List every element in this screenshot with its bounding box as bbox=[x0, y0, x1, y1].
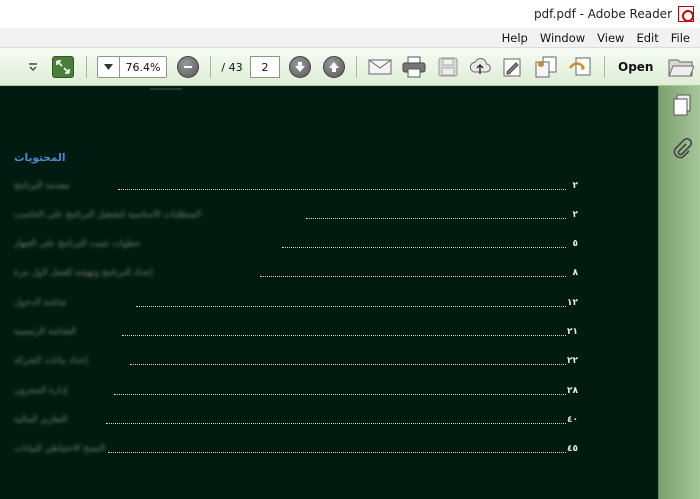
toc-entry[interactable]: الشاشة الرئيسية ٢١ bbox=[0, 327, 600, 343]
toc-entry[interactable]: إعداد بيانات الشركة ٢٢ bbox=[0, 356, 600, 372]
pages-icon bbox=[673, 94, 691, 116]
adobe-reader-icon bbox=[678, 6, 694, 22]
combine-button[interactable] bbox=[532, 55, 560, 79]
toc-entry-page: ٤٠ bbox=[567, 415, 578, 425]
folder-open-icon bbox=[668, 59, 694, 77]
previous-page-button[interactable] bbox=[322, 55, 346, 79]
menu-bar: Help Window View Edit File bbox=[0, 28, 700, 48]
email-button[interactable] bbox=[366, 55, 394, 79]
toc-entry-label: مقدمة البرنامج bbox=[14, 181, 70, 191]
fit-page-button[interactable] bbox=[50, 55, 76, 79]
navigation-panel bbox=[658, 86, 700, 499]
print-icon bbox=[402, 56, 426, 78]
toc-entry-label: إعداد البرنامج وتهيئته للعمل لأول مرة bbox=[14, 268, 153, 278]
toc-entry-page: ٥ bbox=[572, 239, 579, 249]
fit-page-icon bbox=[52, 56, 74, 78]
menu-file[interactable]: File bbox=[665, 31, 696, 45]
toc-entry-page: ٢٢ bbox=[567, 356, 578, 366]
toc-entry-label: خطوات تثبيت البرنامج على الجهاز bbox=[14, 239, 141, 249]
window-title: pdf.pdf - Adobe Reader bbox=[533, 7, 672, 21]
next-page-icon bbox=[289, 56, 311, 78]
zoom-out-button[interactable] bbox=[176, 55, 200, 79]
toc-entry-label: إدارة المخزون bbox=[14, 386, 68, 396]
zoom-out-icon bbox=[177, 56, 199, 78]
toc-entry-label: الشاشة الرئيسية bbox=[14, 327, 77, 337]
pages-panel-button[interactable] bbox=[671, 94, 693, 116]
attachments-panel-button[interactable] bbox=[671, 138, 693, 160]
toc-entry-page: ٢٨ bbox=[567, 386, 578, 396]
toc-entry[interactable]: خطوات تثبيت البرنامج على الجهاز ٥ bbox=[0, 239, 600, 255]
page-top-mark bbox=[150, 88, 182, 90]
menu-view[interactable]: View bbox=[591, 31, 630, 45]
save-button[interactable] bbox=[434, 55, 462, 79]
toolbar-menu-button[interactable] bbox=[24, 55, 42, 79]
toc-entry-page: ٤٥ bbox=[567, 444, 578, 454]
save-icon bbox=[438, 57, 458, 77]
create-icon bbox=[569, 57, 591, 76]
toc-entry-page: ١٢ bbox=[567, 298, 578, 308]
toc-leader-dots bbox=[118, 189, 566, 190]
zoom-control[interactable]: 76.4% bbox=[96, 55, 168, 79]
upload-icon bbox=[469, 58, 491, 74]
combine-icon bbox=[535, 56, 557, 78]
open-button[interactable]: Open bbox=[618, 55, 694, 79]
email-icon bbox=[368, 59, 392, 75]
previous-page-icon bbox=[323, 56, 345, 78]
page-number-field[interactable]: 2 bbox=[250, 55, 280, 79]
toc-leader-dots bbox=[122, 335, 566, 336]
toc-leader-dots bbox=[306, 218, 566, 219]
open-label: Open bbox=[618, 60, 654, 74]
toc-leader-dots bbox=[260, 276, 566, 277]
toc-leader-dots bbox=[106, 423, 566, 424]
upload-button[interactable] bbox=[466, 55, 494, 79]
toc-entry-label: إعداد بيانات الشركة bbox=[14, 356, 88, 366]
toc-entry-page: ٢ bbox=[572, 181, 579, 191]
toc-entry[interactable]: إدارة المخزون ٢٨ bbox=[0, 386, 600, 402]
create-button[interactable] bbox=[566, 55, 594, 79]
menu-window[interactable]: Window bbox=[534, 31, 591, 45]
toc-leader-dots bbox=[136, 306, 566, 307]
edit-icon bbox=[503, 58, 521, 77]
toc-entry-page: ٢ bbox=[572, 210, 579, 220]
toc-entry[interactable]: التقارير المالية ٤٠ bbox=[0, 415, 600, 431]
toc-entry-label: النسخ الاحتياطي للبيانات bbox=[14, 444, 106, 454]
title-bar: pdf.pdf - Adobe Reader bbox=[0, 0, 700, 28]
toc-entry-label: التقارير المالية bbox=[14, 415, 68, 425]
toc-entry-page: ٨ bbox=[572, 268, 579, 278]
zoom-dropdown-icon bbox=[104, 64, 113, 70]
page-total: / 43 bbox=[221, 60, 243, 74]
menu-edit[interactable]: Edit bbox=[630, 31, 664, 45]
toc-entry-page: ٢١ bbox=[567, 327, 578, 337]
zoom-dropdown-button[interactable] bbox=[97, 56, 119, 78]
menu-help[interactable]: Help bbox=[496, 31, 534, 45]
toc-heading: المحتويات bbox=[14, 152, 66, 164]
toc-leader-dots bbox=[114, 394, 566, 395]
zoom-input[interactable]: 76.4% bbox=[119, 56, 167, 78]
toolbar-menu-icon bbox=[29, 63, 37, 71]
print-button[interactable] bbox=[400, 55, 428, 79]
toc-entry[interactable]: النسخ الاحتياطي للبيانات ٤٥ bbox=[0, 444, 600, 460]
toc-leader-dots bbox=[282, 247, 566, 248]
toc-entry[interactable]: مقدمة البرنامج ٢ bbox=[0, 181, 600, 197]
page-number-input[interactable]: 2 bbox=[250, 56, 280, 78]
toc-leader-dots bbox=[108, 452, 566, 453]
edit-button[interactable] bbox=[498, 55, 526, 79]
toc-entry-label: المتطلبات الأساسية لتشغيل البرنامج على ا… bbox=[14, 210, 201, 220]
toc-entry[interactable]: المتطلبات الأساسية لتشغيل البرنامج على ا… bbox=[0, 210, 600, 226]
document-viewport[interactable] bbox=[0, 86, 658, 499]
toc-leader-dots bbox=[130, 364, 566, 365]
toolbar: 76.4% / 43 2 Open bbox=[0, 48, 700, 86]
toc-entry[interactable]: شاشة الدخول ١٢ bbox=[0, 298, 600, 314]
attachments-icon bbox=[673, 138, 692, 159]
toc-entry-label: شاشة الدخول bbox=[14, 298, 67, 308]
next-page-button[interactable] bbox=[288, 55, 312, 79]
toc-entry[interactable]: إعداد البرنامج وتهيئته للعمل لأول مرة ٨ bbox=[0, 268, 600, 284]
